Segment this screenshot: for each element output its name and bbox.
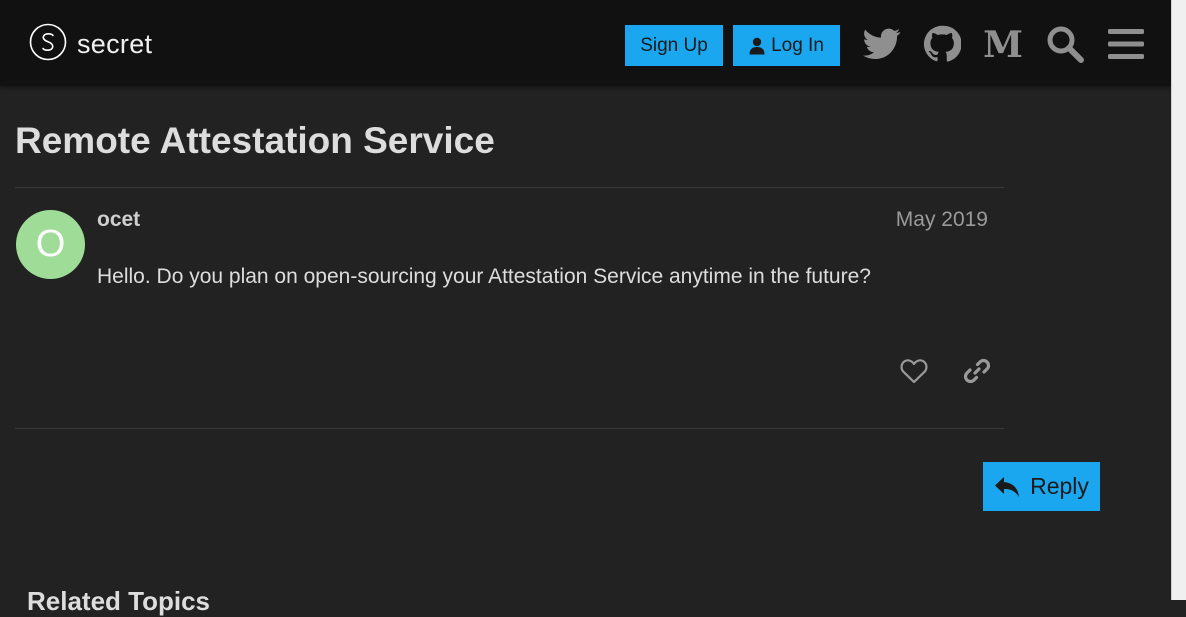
topic-title: Remote Attestation Service bbox=[15, 120, 495, 161]
scrollbar[interactable] bbox=[1171, 0, 1186, 600]
reply-icon bbox=[994, 475, 1020, 499]
github-icon[interactable] bbox=[922, 24, 962, 64]
sign-up-button[interactable]: Sign Up bbox=[625, 25, 723, 66]
avatar[interactable]: O bbox=[16, 210, 85, 279]
related-topics-heading: Related Topics bbox=[27, 586, 211, 616]
log-in-button[interactable]: Log In bbox=[733, 25, 840, 66]
twitter-icon[interactable] bbox=[862, 24, 902, 64]
reply-button[interactable]: Reply bbox=[983, 462, 1100, 511]
user-icon bbox=[749, 37, 765, 55]
share-link-button[interactable] bbox=[959, 355, 995, 391]
log-in-label: Log In bbox=[771, 34, 824, 56]
medium-icon[interactable]: M bbox=[983, 24, 1023, 64]
site-header: secret Sign Up Log In M bbox=[0, 0, 1171, 86]
like-button[interactable] bbox=[896, 355, 932, 391]
search-icon[interactable] bbox=[1045, 24, 1085, 64]
post-date[interactable]: May 2019 bbox=[896, 208, 988, 232]
svg-text:M: M bbox=[983, 28, 1023, 60]
post-divider bbox=[15, 428, 1004, 429]
scrollbar-edge bbox=[1171, 0, 1172, 600]
post-username[interactable]: ocet bbox=[97, 208, 140, 232]
heart-icon bbox=[900, 358, 928, 389]
reply-label: Reply bbox=[1030, 473, 1089, 499]
post-body: Hello. Do you plan on open-sourcing your… bbox=[97, 265, 871, 288]
secret-logo-icon bbox=[29, 23, 67, 66]
logo-text: secret bbox=[77, 28, 153, 59]
site-logo[interactable]: secret bbox=[29, 23, 153, 66]
link-icon bbox=[963, 357, 991, 390]
hamburger-menu-icon[interactable] bbox=[1106, 24, 1146, 64]
topic-divider bbox=[15, 187, 1004, 188]
